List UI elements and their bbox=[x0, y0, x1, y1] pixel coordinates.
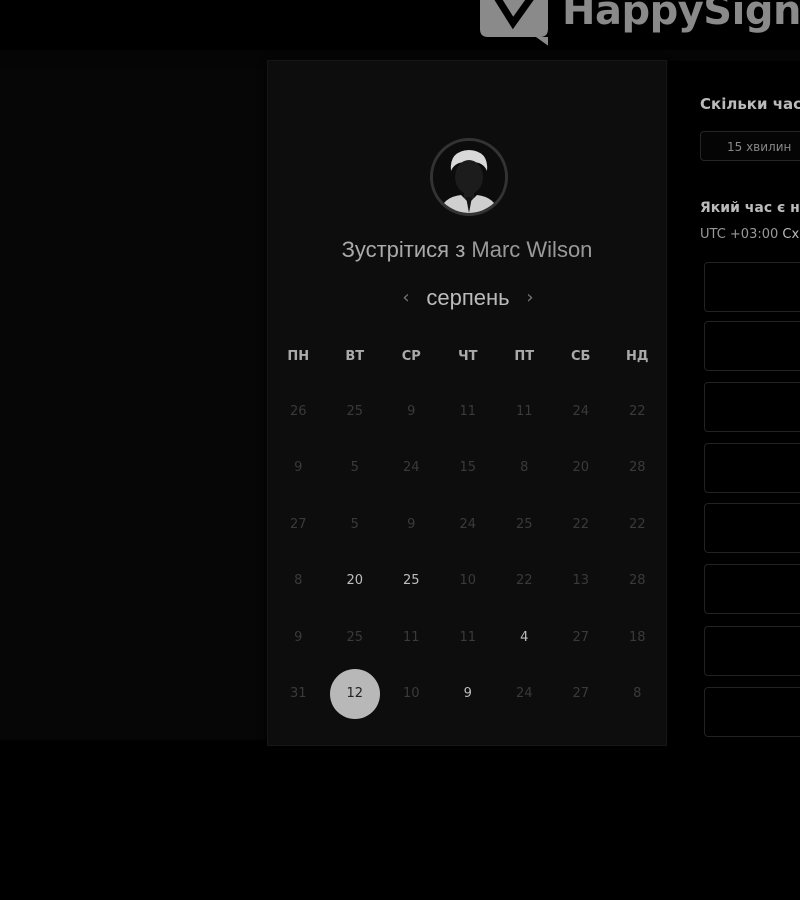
weekday-label: ПН bbox=[287, 349, 310, 364]
meeting-title: Зустрітися з Marc Wilson bbox=[268, 237, 666, 263]
unavailable-day: 8 bbox=[633, 686, 642, 702]
timezone-offset: UTC +03:00 bbox=[700, 227, 779, 242]
available-day[interactable]: 25 bbox=[383, 553, 440, 610]
unavailable-day: 28 bbox=[628, 460, 646, 476]
meeting-title-prefix: Зустрітися з bbox=[341, 237, 466, 262]
host-photo-icon bbox=[433, 141, 505, 213]
duration-option-button[interactable]: 15 хвилин bbox=[700, 131, 800, 161]
available-day[interactable]: 9 bbox=[440, 666, 497, 723]
unavailable-day: 5 bbox=[350, 516, 359, 532]
unavailable-day: 9 bbox=[407, 403, 416, 419]
top-bar: HappySign bbox=[0, 0, 800, 50]
unavailable-day: 11 bbox=[515, 403, 533, 419]
host-name: Marc Wilson bbox=[471, 237, 593, 262]
unavailable-day: 24 bbox=[515, 686, 533, 702]
unavailable-day: 9 bbox=[294, 460, 303, 476]
unavailable-day: 10 bbox=[402, 686, 420, 702]
left-pane bbox=[0, 70, 270, 738]
brand-name: HappySign bbox=[562, 0, 800, 34]
weekday-label: ЧТ bbox=[458, 349, 478, 364]
timezone-zone: Сх bbox=[782, 227, 800, 242]
time-question: Який час є на bbox=[700, 200, 800, 216]
unavailable-day: 25 bbox=[346, 629, 364, 645]
time-slot[interactable] bbox=[704, 382, 800, 432]
unavailable-day: 22 bbox=[572, 516, 590, 532]
available-day[interactable]: 4 bbox=[496, 609, 553, 666]
unavailable-day: 15 bbox=[459, 460, 477, 476]
calendar-card: Зустрітися з Marc Wilson ‹ серпень › ПН … bbox=[268, 61, 666, 745]
unavailable-day: 9 bbox=[294, 629, 303, 645]
unavailable-day: 27 bbox=[289, 516, 307, 532]
unavailable-day: 8 bbox=[294, 573, 303, 589]
month-label: серпень bbox=[426, 285, 510, 310]
timezone-label[interactable]: UTC +03:00 Сх bbox=[700, 227, 799, 242]
unavailable-day: 28 bbox=[628, 573, 646, 589]
unavailable-day: 18 bbox=[628, 629, 646, 645]
unavailable-day: 11 bbox=[459, 629, 477, 645]
available-day[interactable]: 20 bbox=[327, 553, 384, 610]
next-month-icon[interactable]: › bbox=[520, 287, 540, 311]
unavailable-day: 9 bbox=[407, 516, 416, 532]
weekday-header: ПН ВТ СР ЧТ ПТ СБ НД bbox=[270, 347, 666, 367]
unavailable-day: 27 bbox=[572, 629, 590, 645]
weekday-label: НД bbox=[626, 349, 649, 364]
calendar-days-grid: 26 25 9 11 11 24 22 9 5 24 15 8 20 28 27 5 9 24 25 22 22 8 20 2… bbox=[270, 383, 666, 722]
host-avatar bbox=[430, 138, 508, 216]
brand-logo[interactable]: HappySign bbox=[478, 0, 800, 48]
weekday-label: СБ bbox=[571, 349, 591, 364]
logo-bubble-icon bbox=[480, 0, 548, 46]
unavailable-day: 25 bbox=[515, 516, 533, 532]
booking-options-pane: Скільки часу 15 хвилин Який час є на UTC… bbox=[668, 61, 800, 745]
selected-day[interactable]: 12 bbox=[327, 666, 384, 723]
unavailable-day: 24 bbox=[402, 460, 420, 476]
unavailable-day: 22 bbox=[628, 403, 646, 419]
unavailable-day: 8 bbox=[520, 460, 529, 476]
unavailable-day: 11 bbox=[402, 629, 420, 645]
selected-day-label: 12 bbox=[329, 668, 380, 719]
unavailable-day: 22 bbox=[628, 516, 646, 532]
unavailable-day: 31 bbox=[289, 686, 307, 702]
month-navigation: ‹ серпень › bbox=[268, 285, 666, 315]
unavailable-day: 27 bbox=[572, 686, 590, 702]
unavailable-day: 22 bbox=[515, 573, 533, 589]
previous-month-icon[interactable]: ‹ bbox=[396, 287, 416, 311]
time-slot[interactable] bbox=[704, 626, 800, 676]
time-slot[interactable] bbox=[704, 564, 800, 614]
unavailable-day: 24 bbox=[459, 516, 477, 532]
weekday-label: ВТ bbox=[345, 349, 365, 364]
time-slot[interactable] bbox=[704, 503, 800, 553]
time-slot[interactable] bbox=[704, 443, 800, 493]
unavailable-day: 25 bbox=[346, 403, 364, 419]
unavailable-day: 26 bbox=[289, 403, 307, 419]
time-slot[interactable] bbox=[704, 321, 800, 371]
unavailable-day: 11 bbox=[459, 403, 477, 419]
time-slot[interactable] bbox=[704, 262, 800, 312]
duration-question: Скільки часу bbox=[700, 95, 800, 113]
unavailable-day: 24 bbox=[572, 403, 590, 419]
weekday-label: ПТ bbox=[514, 349, 535, 364]
unavailable-day: 5 bbox=[350, 460, 359, 476]
unavailable-day: 20 bbox=[572, 460, 590, 476]
unavailable-day: 13 bbox=[572, 573, 590, 589]
unavailable-day: 10 bbox=[459, 573, 477, 589]
time-slot[interactable] bbox=[704, 687, 800, 737]
weekday-label: СР bbox=[401, 349, 421, 364]
